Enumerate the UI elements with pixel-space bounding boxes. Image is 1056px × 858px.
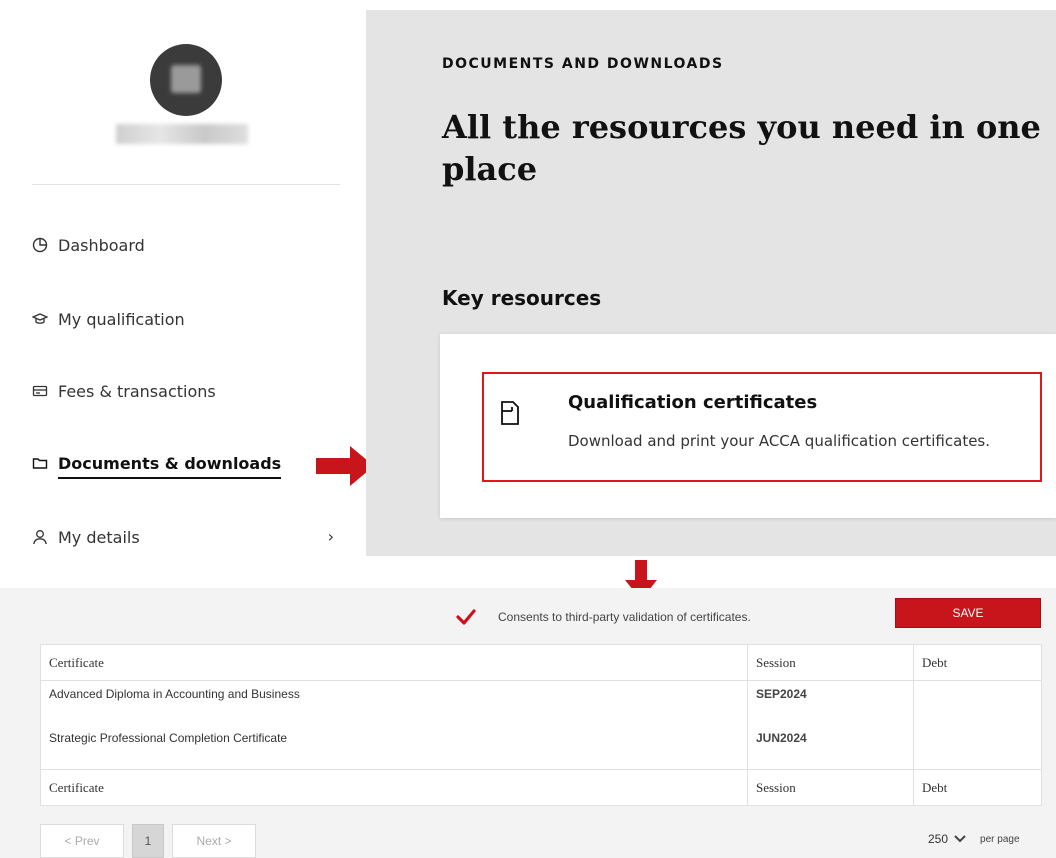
sidebar-item-label: Dashboard	[58, 235, 145, 255]
section-title-key-resources: Key resources	[442, 286, 602, 310]
sidebar-item-dashboard[interactable]: Dashboard	[32, 230, 342, 260]
graduation-cap-icon	[32, 311, 48, 327]
table-row[interactable]: Advanced Diploma in Accounting and Busin…	[41, 681, 1041, 725]
avatar-image-blurred	[171, 65, 201, 93]
certificate-debt	[913, 725, 1041, 769]
page-eyebrow: DOCUMENTS AND DOWNLOADS	[442, 56, 724, 72]
table-header-row: Certificate Session Debt	[41, 645, 1041, 681]
certificate-name[interactable]: Strategic Professional Completion Certif…	[41, 725, 747, 769]
next-page-button[interactable]: Next >	[172, 824, 256, 858]
column-footer-debt: Debt	[913, 770, 1041, 805]
per-page-label: per page	[980, 833, 1020, 845]
folder-icon	[32, 455, 48, 471]
page-number-button[interactable]: 1	[132, 824, 164, 858]
per-page-selector: 250 per page	[928, 832, 1020, 846]
per-page-value: 250	[928, 832, 949, 846]
main-panel: DOCUMENTS AND DOWNLOADS All the resource…	[366, 10, 1056, 556]
save-button[interactable]: SAVE	[895, 598, 1041, 628]
consent-label: Consents to third-party validation of ce…	[498, 610, 751, 624]
table-footer-row: Certificate Session Debt	[41, 769, 1041, 805]
pie-chart-icon	[32, 237, 48, 253]
chevron-down-icon	[954, 835, 966, 843]
certificate-debt	[913, 681, 1041, 725]
column-footer-session: Session	[747, 770, 913, 805]
chevron-right-icon[interactable]: ›	[328, 527, 334, 546]
column-footer-certificate: Certificate	[49, 779, 104, 795]
certificates-section: Consents to third-party validation of ce…	[0, 588, 1056, 858]
sidebar-item-label: My details	[58, 527, 140, 547]
sidebar: Dashboard My qualification Fees & transa…	[0, 0, 366, 558]
sidebar-item-label: My qualification	[58, 309, 185, 329]
sidebar-item-label: Documents & downloads	[58, 454, 282, 479]
column-header-certificate[interactable]: Certificate	[41, 645, 747, 680]
qualification-certificates-link[interactable]: Qualification certificates Download and …	[482, 372, 1042, 482]
username-blurred	[116, 124, 248, 144]
checkmark-icon[interactable]	[456, 608, 476, 626]
card-title: Qualification certificates	[568, 392, 818, 413]
document-icon	[501, 401, 519, 425]
sidebar-item-label: Fees & transactions	[58, 381, 216, 401]
sidebar-item-documents-downloads[interactable]: Documents & downloads	[32, 448, 342, 479]
prev-page-button[interactable]: < Prev	[40, 824, 124, 858]
sidebar-item-fees-transactions[interactable]: Fees & transactions	[32, 376, 342, 406]
resource-card: Qualification certificates Download and …	[440, 334, 1056, 518]
pagination: < Prev 1 Next >	[40, 824, 256, 858]
sidebar-divider	[32, 184, 340, 185]
consent-row: Consents to third-party validation of ce…	[456, 608, 751, 626]
per-page-dropdown[interactable]: 250	[928, 832, 966, 846]
certificate-name[interactable]: Advanced Diploma in Accounting and Busin…	[41, 681, 747, 725]
page-title: All the resources you need in one place	[442, 108, 1041, 188]
person-icon	[32, 529, 48, 545]
sidebar-item-my-details[interactable]: My details ›	[32, 522, 342, 552]
card-description: Download and print your ACCA qualificati…	[568, 432, 991, 450]
card-icon	[32, 383, 48, 399]
avatar[interactable]	[150, 44, 222, 116]
sidebar-item-my-qualification[interactable]: My qualification	[32, 304, 342, 334]
certificate-session: SEP2024	[747, 681, 913, 725]
column-header-session[interactable]: Session	[747, 645, 913, 680]
certificate-session: JUN2024	[747, 725, 913, 769]
certificates-table: Certificate Session Debt Advanced Diplom…	[40, 644, 1042, 806]
table-row[interactable]: Strategic Professional Completion Certif…	[41, 725, 1041, 769]
column-header-debt[interactable]: Debt	[913, 645, 1041, 680]
